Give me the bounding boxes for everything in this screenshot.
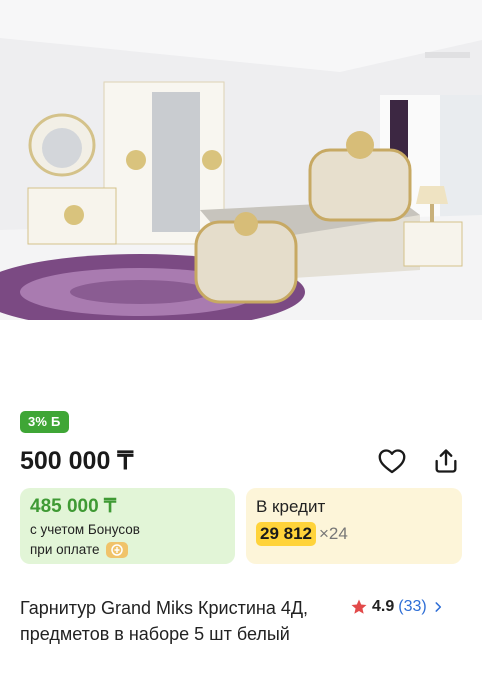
product-image[interactable] (0, 0, 482, 320)
credit-amount: 29 812 (256, 522, 316, 546)
rating-score: 4.9 (372, 598, 395, 615)
credit-card[interactable]: В кредит 29 812 ×24 (246, 488, 462, 564)
price: 500 000 ₸ (20, 447, 134, 475)
bonus-badge: 3% Б (20, 411, 69, 433)
credit-title: В кредит (256, 497, 326, 516)
credit-multiplier: ×24 (319, 524, 348, 543)
rating-count: (33) (398, 598, 427, 615)
bonus-price-card[interactable]: 485 000 ₸ с учетом Бонусов при оплате (20, 488, 235, 564)
favorite-button[interactable] (376, 446, 408, 476)
price-row: 500 000 ₸ (20, 446, 462, 476)
bonus-note-line1: с учетом Бонусов (30, 522, 140, 537)
chevron-right-icon (435, 602, 441, 612)
heart-icon (378, 449, 406, 474)
bonus-note-line2: при оплате (30, 542, 100, 557)
product-title: Гарнитур Grand Miks Кристина 4Д, предмет… (20, 598, 309, 644)
rating-link[interactable]: 4.9 (33) (350, 596, 445, 618)
share-icon (435, 449, 457, 473)
bonus-price: 485 000 ₸ (30, 496, 117, 517)
star-icon (351, 599, 367, 614)
share-button[interactable] (430, 446, 462, 476)
bonus-coin-icon (105, 542, 128, 558)
